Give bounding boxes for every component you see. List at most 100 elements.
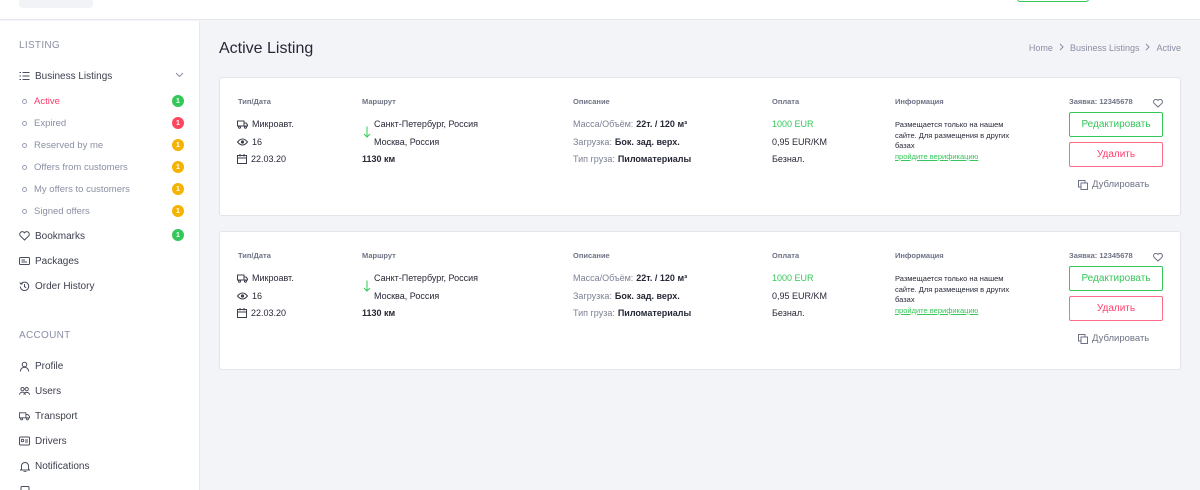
sidebar-item-label: Profile [35,360,64,372]
vehicle-type: Микроавт. [237,118,294,130]
sidebar-item-label: Users [35,385,62,397]
bullet-icon [22,120,27,126]
cargo-type: Тип груза: Пиломатериалы [573,153,691,165]
delete-button[interactable]: Удалить [1069,142,1163,167]
loading-type: Загрузка: Бок. зад. верх. [573,136,680,148]
payment-type: Безнал. [772,308,805,318]
cargo-value: Пиломатериалы [617,308,692,318]
top-bar [0,0,1200,20]
listing-date: 22.03.20 [237,153,286,165]
sidebar-item-order-history[interactable]: Order History [19,277,184,295]
verification-link[interactable]: пройдите верификацию [895,152,978,161]
document-icon [19,485,30,490]
verification-link[interactable]: пройдите верификацию [895,306,978,315]
sidebar-item-truncated[interactable] [19,482,184,490]
bookmark-heart-icon[interactable] [1153,249,1163,267]
price: 1000 EUR [772,119,814,129]
chevron-right-icon [1145,43,1151,53]
eye-icon [237,292,248,300]
edit-button[interactable]: Редактировать [1069,112,1163,137]
user-icon [19,361,30,372]
sidebar-subitem-reserved[interactable]: Reserved by me 1 [22,137,184,153]
views-count-text: 16 [252,137,263,147]
listing-section-title: LISTING [19,40,60,51]
mass-value: 22т. / 120 м³ [636,273,688,283]
count-badge: 1 [172,161,184,173]
sidebar-item-label: Bookmarks [35,230,86,242]
logo[interactable] [19,0,93,8]
column-header-info: Информация [895,251,944,260]
top-action-button[interactable] [1017,0,1089,2]
delete-button[interactable]: Удалить [1069,296,1163,321]
column-header-payment: Оплата [772,251,800,260]
chevron-down-icon[interactable] [175,70,184,81]
column-header-description: Описание [573,97,610,106]
sidebar-item-bookmarks[interactable]: Bookmarks 1 [19,227,184,245]
breadcrumb-business-listings[interactable]: Business Listings [1070,43,1140,53]
column-header-info: Информация [895,97,944,106]
payment-type: Безнал. [772,154,805,164]
cargo-label: Тип груза: [573,308,615,318]
duplicate-button[interactable]: Дублировать [1078,179,1149,190]
edit-button[interactable]: Редактировать [1069,266,1163,291]
sidebar-subitem-expired[interactable]: Expired 1 [22,115,184,131]
count-badge: 1 [172,183,184,195]
sidebar-item-drivers[interactable]: Drivers [19,432,184,450]
rate-per-km: 0,95 EUR/KM [772,137,828,147]
bullet-icon [22,186,27,192]
views-count-text: 16 [252,291,263,301]
duplicate-label: Дублировать [1092,179,1150,190]
sidebar-item-users[interactable]: Users [19,382,184,400]
sidebar-subitem-offers-from-customers[interactable]: Offers from customers 1 [22,159,184,175]
mass-label: Масса/Объём: [573,273,634,283]
sidebar-subitem-label: Reserved by me [34,139,104,151]
mass-volume: Масса/Объём: 22т. / 120 м³ [573,118,687,130]
duplicate-button[interactable]: Дублировать [1078,333,1149,344]
sidebar-item-notifications[interactable]: Notifications [19,457,184,475]
sidebar-subitem-my-offers[interactable]: My offers to customers 1 [22,181,184,197]
loading-type: Загрузка: Бок. зад. верх. [573,290,680,302]
package-icon [19,256,30,267]
route-from: Санкт-Петербург, Россия [374,273,479,283]
copy-icon [1078,333,1088,344]
vehicle-type: Микроавт. [237,272,294,284]
duplicate-label: Дублировать [1092,333,1150,344]
bell-icon [19,461,30,472]
truck-icon [237,120,248,129]
info-notice: Размещается только на нашем сайте. Для р… [895,274,1015,316]
load-label: Загрузка: [573,291,612,301]
info-text: Размещается только на нашем сайте. Для р… [895,274,1010,304]
load-value: Бок. зад. верх. [614,137,680,147]
sidebar-item-business-listings[interactable]: Business Listings [19,67,184,85]
route-distance: 1130 км [362,154,396,164]
route-to: Москва, Россия [374,291,440,301]
list-icon [19,71,30,82]
sidebar-item-label: Business Listings [35,70,113,82]
count-badge: 1 [172,95,184,107]
route-distance: 1130 км [362,308,396,318]
sidebar-subitem-active[interactable]: Active 1 [22,93,184,109]
column-header-type-date: Тип/Дата [238,251,271,260]
sidebar-item-transport[interactable]: Transport [19,407,184,425]
listing-card: Тип/Дата Маршрут Описание Оплата Информа… [219,231,1181,370]
sidebar-item-label: Packages [35,255,79,267]
sidebar-item-profile[interactable]: Profile [19,357,184,375]
listing-date-text: 22.03.20 [251,308,287,318]
sidebar-item-label: Order History [35,280,95,292]
sidebar-item-packages[interactable]: Packages [19,252,184,270]
calendar-icon [237,154,247,164]
count-badge: 1 [172,229,184,241]
sidebar-subitem-signed-offers[interactable]: Signed offers 1 [22,203,184,219]
sidebar-subitem-label: Expired [34,117,67,129]
column-header-payment: Оплата [772,97,800,106]
count-badge: 1 [172,117,184,129]
arrow-down-icon [363,126,371,141]
listing-date: 22.03.20 [237,307,286,319]
count-badge: 1 [172,139,184,151]
calendar-icon [237,308,247,318]
bookmark-heart-icon[interactable] [1153,95,1163,113]
sidebar-item-label: Notifications [35,460,90,472]
breadcrumb-home[interactable]: Home [1029,43,1053,53]
bullet-icon [22,208,27,214]
sidebar-subitem-label: My offers to customers [34,183,130,195]
